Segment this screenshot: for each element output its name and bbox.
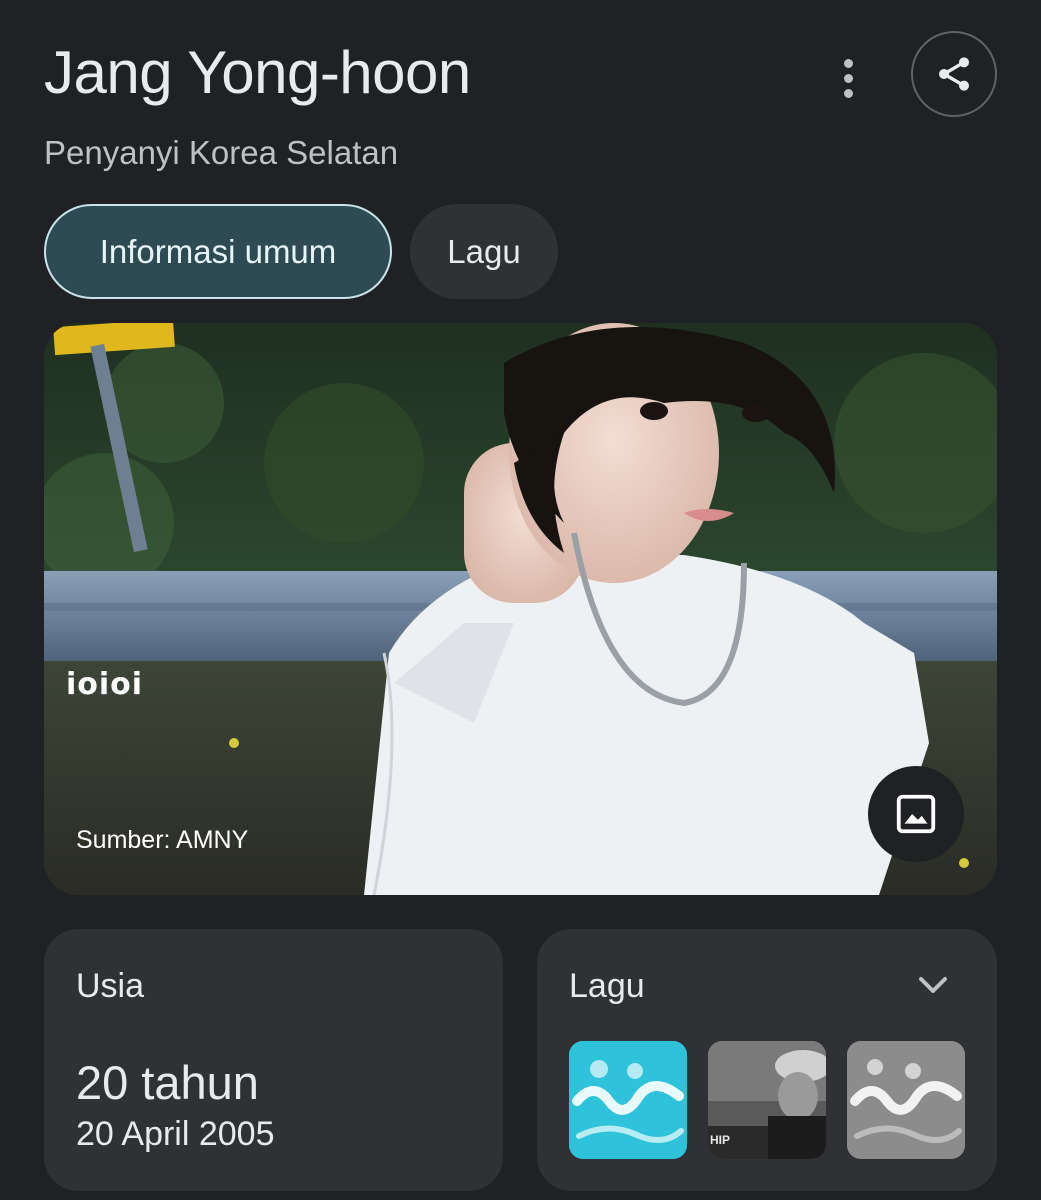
age-label: Usia	[76, 967, 145, 1005]
song-artwork-1	[569, 1041, 687, 1159]
songs-card[interactable]: Lagu HIP	[537, 929, 997, 1191]
age-value: 20 tahun	[76, 1056, 259, 1109]
view-images-button[interactable]	[868, 766, 964, 862]
more-options-button[interactable]	[826, 52, 870, 104]
image-icon	[896, 794, 936, 834]
song-thumbnail-2-text: HIP	[710, 1133, 731, 1147]
more-vert-icon	[843, 58, 853, 68]
song-thumbnail-1[interactable]	[569, 1041, 687, 1159]
chevron-down-icon[interactable]	[911, 967, 955, 1003]
tab-informasi-umum[interactable]: Informasi umum	[44, 204, 392, 299]
song-artwork-3	[847, 1041, 965, 1159]
entity-title: Jang Yong-hoon	[44, 39, 471, 106]
entity-subtitle: Penyanyi Korea Selatan	[44, 134, 399, 171]
tab-lagu[interactable]: Lagu	[410, 204, 558, 299]
song-thumbnail-2[interactable]: HIP	[708, 1041, 826, 1159]
photo-watermark: ioioi	[66, 667, 144, 702]
profile-photo-image	[44, 323, 997, 895]
knowledge-panel: Jang Yong-hoon Penyanyi Korea Selatan In…	[0, 0, 1041, 1200]
song-thumbnail-3[interactable]	[847, 1041, 965, 1159]
age-card[interactable]: Usia 20 tahun 20 April 2005	[44, 929, 503, 1191]
profile-photo[interactable]: ioioi Sumber: AMNY	[44, 323, 997, 895]
songs-label: Lagu	[569, 967, 645, 1005]
birthdate-value: 20 April 2005	[76, 1115, 275, 1153]
photo-source[interactable]: Sumber: AMNY	[76, 826, 248, 855]
share-button[interactable]	[911, 31, 997, 117]
share-icon	[939, 57, 969, 91]
